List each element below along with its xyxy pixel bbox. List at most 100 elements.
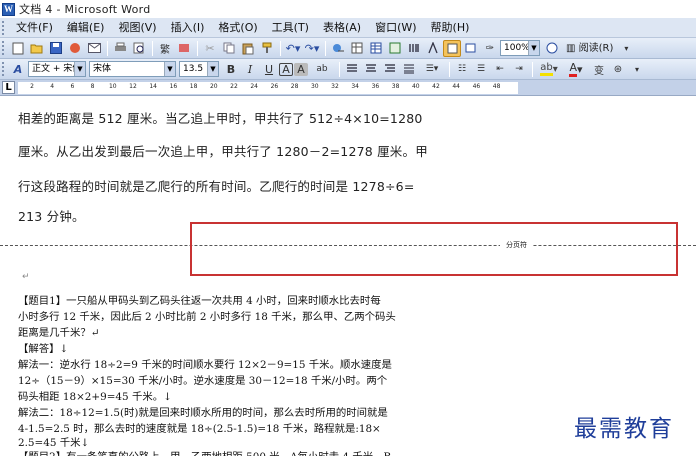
columns-icon[interactable] (405, 40, 423, 57)
italic-button[interactable]: I (241, 61, 259, 78)
zoom-select[interactable]: 100% ▼ (500, 40, 540, 56)
ruler-bar: L 2 4 6 8 10 12 14 16 18 20 22 24 26 28 30 32 34 36 38 40 42… (0, 80, 696, 96)
question-line: 距离是几千米？↵ (18, 327, 100, 339)
tab-stop-selector[interactable]: L (2, 81, 15, 94)
ruler-tick-label: 26 (270, 83, 279, 90)
paragraph-mark: ↵ (22, 272, 30, 282)
increase-indent-icon[interactable]: ⇥ (510, 61, 528, 78)
bold-button[interactable]: B (222, 61, 240, 78)
word-app-icon: W (2, 2, 15, 16)
toolbar-grip[interactable] (2, 62, 5, 76)
menu-window[interactable]: 窗口(W) (368, 19, 423, 37)
paste-icon[interactable] (239, 40, 257, 57)
title-bar: W 文档 4 - Microsoft Word (0, 0, 696, 18)
styles-pane-icon[interactable]: A (9, 61, 27, 78)
horizontal-ruler[interactable]: 2 4 6 8 10 12 14 16 18 20 22 24 26 28 30 32 34 36 38 40 42 44… (18, 82, 518, 94)
undo-icon[interactable]: ↶▾ (284, 40, 302, 57)
highlight-button[interactable]: ab (309, 61, 335, 78)
font-color-button[interactable]: A ▾ (563, 61, 589, 78)
show-hide-icon[interactable] (462, 40, 480, 57)
chevron-down-icon: ▼ (207, 62, 218, 76)
print-preview-icon[interactable] (130, 40, 148, 57)
help-icon[interactable] (543, 40, 561, 57)
question-line: 【解答】↓ (18, 343, 69, 355)
ruler-tick-label: 24 (250, 83, 259, 90)
font-select[interactable]: 宋体 ▼ (89, 61, 176, 77)
save-icon[interactable] (47, 40, 65, 57)
ruler-tick-label: 30 (310, 83, 319, 90)
print-icon[interactable] (111, 40, 129, 57)
tables-borders-icon[interactable] (348, 40, 366, 57)
char-border-button[interactable]: A (279, 62, 293, 76)
formatting-toolbar: A 正文 + 宋体 ▼ 宋体 ▼ 13.5 ▼ B I U A A ab ☰▾ … (0, 59, 696, 80)
font-size-value: 13.5 (183, 64, 204, 74)
document-map-icon[interactable] (443, 39, 461, 57)
numbering-icon[interactable]: ☷ (453, 61, 471, 78)
bullets-icon[interactable]: ☰ (472, 61, 490, 78)
char-shading-button[interactable]: A (294, 62, 308, 76)
toolbar-separator (532, 61, 533, 77)
menu-format[interactable]: 格式(O) (211, 19, 264, 37)
ruler-tick-label: 6 (70, 83, 75, 90)
body-line: 相差的距离是 512 厘米。当乙追上甲时，甲共行了 512÷4×10=1280 (18, 111, 423, 126)
question-line: 小时多行 12 千米，因此后 2 小时比前 2 小时多行 18 千米，那么甲、乙… (18, 311, 396, 323)
ruler-tick-label: 42 (432, 83, 440, 90)
redo-icon[interactable]: ↷▾ (303, 40, 321, 57)
read-mode-button[interactable]: ▥ 阅读(R) (562, 40, 617, 57)
style-select[interactable]: 正文 + 宋体 ▼ (28, 61, 86, 77)
insert-table-icon[interactable] (367, 40, 385, 57)
research-icon[interactable] (175, 40, 193, 57)
highlight-color-icon[interactable]: ab ▾ (536, 61, 562, 78)
menu-tools[interactable]: 工具(T) (265, 19, 316, 37)
open-folder-icon[interactable] (28, 40, 46, 57)
spelling-icon[interactable]: 繁 (156, 40, 174, 57)
align-right-icon[interactable] (381, 61, 399, 78)
copy-icon[interactable] (220, 40, 238, 57)
menu-help[interactable]: 帮助(H) (424, 19, 477, 37)
paragraph-mark-icon[interactable]: ✑ (481, 40, 499, 57)
align-left-icon[interactable] (343, 61, 361, 78)
menu-file[interactable]: 文件(F) (9, 19, 60, 37)
ruler-tick-label: 4 (50, 83, 55, 90)
font-size-select[interactable]: 13.5 ▼ (179, 61, 219, 77)
menu-edit[interactable]: 编辑(E) (60, 19, 112, 37)
cut-icon[interactable]: ✂ (201, 40, 219, 57)
line-spacing-icon[interactable]: ☰▾ (419, 61, 445, 78)
new-document-icon[interactable] (9, 40, 27, 57)
ruler-tick-label: 2 (30, 83, 34, 90)
permission-icon[interactable] (66, 40, 84, 57)
align-center-icon[interactable] (362, 61, 380, 78)
phonetic-guide-button[interactable]: 变 (590, 61, 608, 78)
toolbar-options-icon[interactable]: ▾ (617, 40, 635, 57)
toolbar-grip[interactable] (2, 41, 5, 55)
toolbar-options-icon[interactable]: ▾ (628, 61, 646, 78)
read-label: 阅读(R) (578, 42, 614, 54)
underline-button[interactable]: U (260, 61, 278, 78)
document-page[interactable]: 相差的距离是 512 厘米。当乙追上甲时，甲共行了 512÷4×10=1280 … (0, 96, 696, 456)
body-line: 213 分钟。 (18, 209, 85, 224)
question-line: 2.5=45 千米↓ (18, 437, 90, 449)
distributed-icon[interactable] (400, 61, 418, 78)
toolbar-separator (339, 61, 340, 77)
menu-view[interactable]: 视图(V) (111, 19, 163, 37)
decrease-indent-icon[interactable]: ⇤ (491, 61, 509, 78)
ruler-tick-label: 46 (472, 83, 481, 90)
body-line: 行这段路程的时间就是乙爬行的所有时间。乙爬行的时间是 1278÷6= (18, 179, 415, 194)
highlight-annotation-box (190, 222, 678, 276)
toolbar-separator (449, 61, 450, 77)
insert-excel-icon[interactable] (386, 40, 404, 57)
read-icon: ▥ (566, 42, 576, 54)
toolbar-separator (280, 40, 281, 56)
menu-insert[interactable]: 插入(I) (164, 19, 212, 37)
enclose-char-icon[interactable]: ⊛ (609, 61, 627, 78)
question-line: 12÷（15－9）×15=30 千米/小时。逆水速度是 30－12=18 千米/… (18, 375, 388, 387)
question-line: 【题目2】有一条笔直的公路上，甲、乙两地相距 500 米，A每小时走 4 千米，… (18, 448, 391, 456)
email-icon[interactable] (85, 40, 103, 57)
hyperlink-icon[interactable] (329, 40, 347, 57)
format-painter-icon[interactable] (258, 40, 276, 57)
ruler-tick-label: 8 (90, 83, 95, 90)
ruler-tick-label: 32 (331, 83, 339, 90)
menu-table[interactable]: 表格(A) (316, 19, 368, 37)
menu-grip[interactable] (2, 20, 5, 35)
drawing-icon[interactable] (424, 40, 442, 57)
